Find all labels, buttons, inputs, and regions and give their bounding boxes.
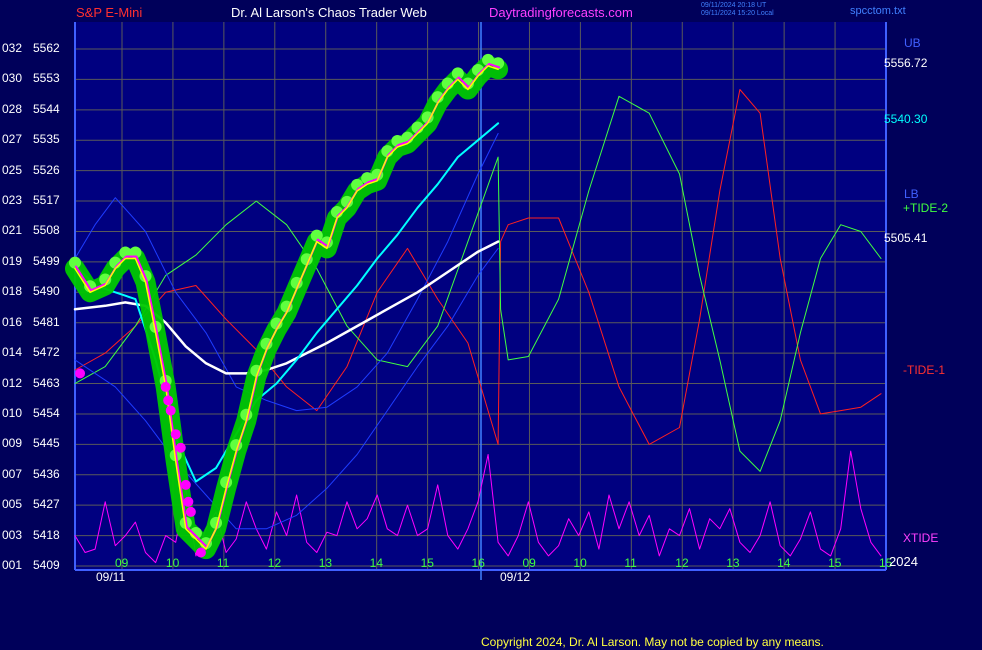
y-tick-label-price: 5463 [33, 375, 60, 390]
x-tick-label: 09 [115, 556, 129, 570]
y-tick-label-left: 030 [2, 71, 23, 86]
x-tick-label: 09 [522, 556, 536, 570]
x-tick-label: 12 [675, 556, 689, 570]
copyright: Copyright 2024, Dr. Al Larson. May not b… [481, 635, 824, 649]
y-tick-label-price: 5418 [33, 527, 60, 542]
y-tick-label-left: 028 [2, 101, 23, 116]
y-tick-label-left: 014 [2, 345, 23, 360]
y-tick-label-price: 5427 [33, 497, 60, 512]
white-value: 5505.41 [884, 231, 928, 245]
y-tick-label-left: 025 [2, 162, 23, 177]
price-glow-point [69, 256, 81, 269]
y-tick-label-price: 5409 [33, 558, 60, 572]
xtide-label: XTIDE [903, 531, 939, 545]
magenta-marker [183, 496, 194, 507]
y-tick-label-left: 019 [2, 253, 23, 268]
magenta-marker [170, 429, 181, 440]
chart-title: Dr. Al Larson's Chaos Trader Web [231, 5, 427, 20]
date-label-2: 09/12 [500, 570, 531, 584]
y-tick-label-left: 005 [2, 497, 23, 512]
x-tick-label: 13 [318, 556, 333, 570]
ub-label: UB [904, 36, 921, 50]
magenta-marker [180, 479, 191, 490]
ub-value: 5556.72 [884, 56, 928, 70]
magenta-marker [175, 442, 186, 453]
x-tick-label: 14 [369, 556, 384, 570]
y-tick-label-price: 5490 [33, 284, 60, 299]
magenta-marker [163, 395, 174, 406]
y-tick-label-price: 5517 [33, 193, 60, 208]
y-tick-label-price: 5544 [33, 101, 60, 116]
y-tick-label-left: 010 [2, 405, 23, 420]
y-tick-label-left: 032 [2, 41, 23, 55]
y-tick-label-price: 5481 [33, 314, 60, 329]
y-tick-label-price: 5553 [33, 71, 60, 86]
y-tick-label-left: 023 [2, 193, 23, 208]
year-label: 2024 [889, 554, 918, 569]
y-tick-label-price: 5535 [33, 132, 60, 147]
y-tick-label-price: 5445 [33, 436, 60, 451]
y-tick-label-price: 5499 [33, 253, 60, 268]
y-tick-label-left: 012 [2, 375, 23, 390]
y-tick-label-left: 003 [2, 527, 23, 542]
y-tick-label-price: 5472 [33, 345, 60, 360]
x-tick-label: 10 [573, 556, 587, 570]
magenta-marker [195, 547, 206, 558]
x-tick-label: 15 [420, 556, 434, 570]
chart-svg [65, 22, 887, 580]
y-tick-label-price: 5508 [33, 223, 60, 238]
cyan-value: 5540.30 [884, 112, 928, 126]
y-tick-label-left: 009 [2, 436, 23, 451]
y-tick-label-left: 007 [2, 466, 23, 481]
date-label-1: 09/11 [96, 570, 126, 584]
y-tick-label-left: 021 [2, 223, 23, 238]
site-link[interactable]: Daytradingforecasts.com [489, 6, 633, 19]
x-tick-label: 16 [471, 556, 485, 570]
symbol-label: S&P E-Mini [76, 5, 143, 20]
x-tick-label: 15 [828, 556, 842, 570]
x-tick-label: 14 [777, 556, 791, 570]
tide1-label: -TIDE-1 [903, 363, 945, 377]
y-tick-label-price: 5562 [33, 41, 60, 55]
y-tick-label-price: 5526 [33, 162, 60, 177]
x-tick-label: 12 [267, 556, 282, 570]
time-local: 09/11/2024 15:20 Local [701, 10, 774, 17]
lb-label: LB [904, 187, 919, 201]
x-tick-label: 11 [624, 556, 637, 570]
magenta-marker [160, 381, 171, 392]
x-tick-label: 13 [726, 556, 740, 570]
time-utc: 09/11/2024 20:18 UT [701, 2, 767, 9]
magenta-marker [185, 506, 196, 517]
y-tick-label-left: 027 [2, 132, 23, 147]
y-tick-label-left: 001 [2, 558, 23, 572]
x-tick-label: 11 [216, 556, 230, 570]
y-tick-label-price: 5436 [33, 466, 60, 481]
file-name: spcctom.txt [850, 5, 906, 17]
x-tick-label: 10 [165, 556, 180, 570]
y-tick-label-left: 018 [2, 284, 23, 299]
y-tick-label-left: 016 [2, 314, 23, 329]
y-tick-label-price: 5454 [33, 405, 60, 420]
tide2-label: +TIDE-2 [903, 201, 949, 215]
magenta-marker [165, 405, 176, 416]
magenta-marker [75, 368, 86, 379]
